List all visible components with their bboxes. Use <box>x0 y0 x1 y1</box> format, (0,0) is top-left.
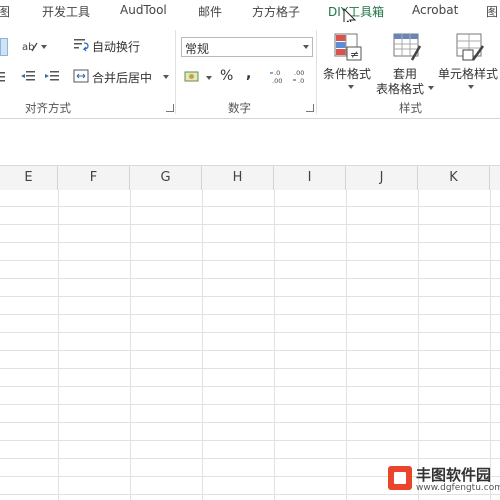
grid-row-line <box>0 278 500 279</box>
merge-center-button[interactable]: 合并后居中 <box>92 69 152 86</box>
cell-styles-button[interactable]: 单元格样式 <box>438 65 498 82</box>
number-dialog-launcher[interactable] <box>306 104 314 112</box>
tab-more[interactable]: 图 <box>486 3 498 20</box>
percent-button[interactable]: % <box>220 68 233 84</box>
grid-row-line <box>0 260 500 261</box>
ribbon: ab 自动换行 合并后居中 对齐方式 常规 % , .0 .00 .00 .0 … <box>0 22 500 119</box>
column-header-i[interactable]: I <box>274 166 346 190</box>
grid-row-line <box>0 422 500 423</box>
formula-bar-area <box>0 119 500 166</box>
grid-row-line <box>0 314 500 315</box>
group-divider <box>316 30 317 114</box>
align-button-highlighted[interactable] <box>0 38 8 56</box>
column-header-h[interactable]: H <box>202 166 274 190</box>
column-header-k[interactable]: K <box>418 166 490 190</box>
grid-row-line <box>0 332 500 333</box>
column-header-f[interactable]: F <box>58 166 130 190</box>
column-header-row: E F G H I J K <box>0 166 500 191</box>
chevron-down-icon[interactable] <box>348 85 354 89</box>
orientation-icon[interactable]: ab <box>22 39 38 53</box>
styles-group-label: 样式 <box>399 101 422 115</box>
worksheet-grid[interactable] <box>0 190 500 500</box>
grid-row-line <box>0 368 500 369</box>
conditional-format-icon[interactable]: ≠ <box>333 32 363 62</box>
ribbon-tabs: 图 开发工具 AudTool 邮件 方方格子 DIY工具箱 Acrobat 图 <box>0 0 500 29</box>
grid-column-line <box>274 190 275 500</box>
watermark-logo-icon <box>388 466 412 490</box>
chevron-down-icon[interactable] <box>468 85 474 89</box>
svg-text:≠: ≠ <box>350 48 359 61</box>
tab-developer[interactable]: 开发工具 <box>42 3 90 20</box>
tab-audtool[interactable]: AudTool <box>120 3 167 17</box>
column-header-e[interactable]: E <box>0 166 58 190</box>
grid-row-line <box>0 458 500 459</box>
grid-column-line <box>490 190 491 500</box>
tab-fangfang[interactable]: 方方格子 <box>252 3 300 20</box>
comma-button[interactable]: , <box>246 66 251 82</box>
tab-acrobat[interactable]: Acrobat <box>412 3 458 17</box>
group-divider <box>175 30 176 114</box>
svg-text:.0: .0 <box>274 69 280 77</box>
grid-row-line <box>0 242 500 243</box>
align-lines-icon[interactable] <box>0 70 14 84</box>
grid-row-line <box>0 206 500 207</box>
wrap-text-icon[interactable] <box>73 38 89 52</box>
merge-center-icon[interactable] <box>73 69 89 83</box>
number-format-select[interactable]: 常规 <box>181 37 313 57</box>
watermark: 丰图软件园 www.dgfengtu.com <box>388 463 500 495</box>
grid-column-line <box>418 190 419 500</box>
svg-text:ab: ab <box>22 42 34 53</box>
grid-row-line <box>0 440 500 441</box>
column-header-g[interactable]: G <box>130 166 202 190</box>
alignment-dialog-launcher[interactable] <box>166 104 174 112</box>
chevron-down-icon[interactable] <box>428 86 434 90</box>
tab-mail[interactable]: 邮件 <box>198 3 222 20</box>
grid-column-line <box>346 190 347 500</box>
grid-row-line <box>0 386 500 387</box>
grid-row-line <box>0 350 500 351</box>
increase-indent-icon[interactable] <box>44 70 60 84</box>
chevron-down-icon[interactable] <box>41 45 47 49</box>
watermark-title: 丰图软件园 <box>416 466 492 484</box>
chevron-down-icon[interactable] <box>206 76 212 80</box>
number-group-label: 数字 <box>228 101 251 115</box>
decrease-decimal-icon[interactable]: .00 .0 <box>292 68 310 86</box>
svg-text:.0: .0 <box>298 77 304 85</box>
format-as-table-line2[interactable]: 表格格式 <box>376 80 424 97</box>
grid-row-line <box>0 224 500 225</box>
chevron-down-icon[interactable] <box>163 75 169 79</box>
alignment-group-label: 对齐方式 <box>25 101 71 115</box>
chevron-down-icon <box>303 45 309 49</box>
conditional-format-button[interactable]: 条件格式 <box>323 65 371 82</box>
column-header-j[interactable]: J <box>346 166 418 190</box>
grid-column-line <box>130 190 131 500</box>
increase-decimal-icon[interactable]: .0 .00 <box>270 68 288 86</box>
grid-column-line <box>58 190 59 500</box>
wrap-text-button[interactable]: 自动换行 <box>92 38 140 55</box>
svg-text:.00: .00 <box>272 77 282 85</box>
grid-row-line <box>0 296 500 297</box>
cell-styles-icon[interactable] <box>455 32 485 62</box>
svg-text:.00: .00 <box>294 69 304 77</box>
grid-row-line <box>0 404 500 405</box>
tab-view[interactable]: 图 <box>0 3 10 20</box>
grid-column-line <box>202 190 203 500</box>
accounting-format-icon[interactable] <box>184 70 200 84</box>
watermark-url: www.dgfengtu.com <box>416 483 500 493</box>
decrease-indent-icon[interactable] <box>20 70 36 84</box>
number-format-value: 常规 <box>185 42 210 56</box>
format-as-table-icon[interactable] <box>392 32 422 62</box>
